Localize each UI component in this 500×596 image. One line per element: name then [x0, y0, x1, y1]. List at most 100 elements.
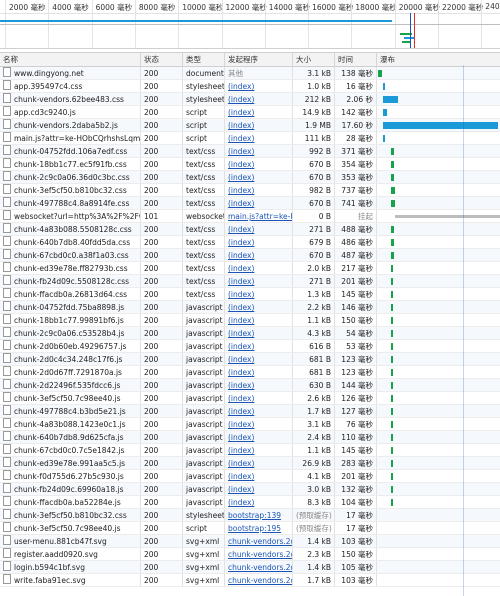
request-name-cell[interactable]: user-menu.881cb47f.svg — [0, 535, 141, 547]
timeline-overview[interactable]: 2000 毫秒 4000 毫秒 6000 毫秒 8000 毫秒 10000 毫秒 1200… — [0, 0, 500, 49]
initiator-link[interactable]: bootstrap:195 — [228, 524, 281, 533]
table-row[interactable]: chunk-ffacdb0a.26813d64.css 200 text/css (i… — [0, 288, 500, 301]
request-name-cell[interactable]: chunk-67cbd0c0.a38f1a03.css — [0, 249, 141, 261]
initiator-link[interactable]: (index) — [228, 303, 254, 312]
request-name-cell[interactable]: chunk-f0d755d6.27b5c930.js — [0, 470, 141, 482]
initiator-link[interactable]: (index) — [228, 433, 254, 442]
table-row[interactable]: chunk-ed39e78e.ff82793b.css 200 text/css (i… — [0, 262, 500, 275]
request-name-cell[interactable]: chunk-3ef5cf50.b810bc32.css — [0, 509, 141, 521]
col-time-header[interactable]: 时间 — [335, 53, 377, 66]
col-status-header[interactable]: 状态 — [141, 53, 183, 66]
initiator-link[interactable]: bootstrap:139 — [228, 511, 281, 520]
request-name-cell[interactable]: chunk-vendors.62bee483.css — [0, 93, 141, 105]
table-row[interactable]: chunk-3ef5cf50.7c98ee40.js 200 javascript(… — [0, 392, 500, 405]
request-name-cell[interactable]: chunk-640b7db8.40fdd5da.css — [0, 236, 141, 248]
initiator-link[interactable]: (index) — [228, 498, 254, 507]
table-row[interactable]: chunk-f0d755d6.27b5c930.js 200 javascript(… — [0, 470, 500, 483]
table-row[interactable]: chunk-67cbd0c0.7c5e1842.js 200 javascript(… — [0, 444, 500, 457]
table-row[interactable]: chunk-2d0c4c34.248c17f6.js 200 javascript(… — [0, 353, 500, 366]
table-row[interactable]: chunk-640b7db8.40fdd5da.css 200 text/css (i… — [0, 236, 500, 249]
initiator-link[interactable]: (index) — [228, 472, 254, 481]
table-row[interactable]: user-menu.881cb47f.svg 200 svg+xml chunk-ve… — [0, 535, 500, 548]
initiator-link[interactable]: (index) — [228, 186, 254, 195]
request-name-cell[interactable]: chunk-3ef5cf50.7c98ee40.js — [0, 392, 141, 404]
initiator-link[interactable]: (index) — [228, 251, 254, 260]
request-name-cell[interactable]: chunk-4a83b088.5508128c.css — [0, 223, 141, 235]
initiator-link[interactable]: (index) — [228, 264, 254, 273]
initiator-link[interactable]: chunk-vendors.2d... — [228, 537, 292, 546]
request-name-cell[interactable]: chunk-2d22496f.535fdcc6.js — [0, 379, 141, 391]
initiator-link[interactable]: chunk-vendors.2d... — [228, 550, 292, 559]
table-row[interactable]: chunk-ed39e78e.991aa5c5.js 200 javascript(… — [0, 457, 500, 470]
request-name-cell[interactable]: chunk-2c9c0a06.36d0c3bc.css — [0, 171, 141, 183]
table-row[interactable]: app.395497c4.css 200 stylesheet (index) 1.0 … — [0, 80, 500, 93]
request-name-cell[interactable]: chunk-640b7db8.9d625cfa.js — [0, 431, 141, 443]
table-row[interactable]: login.b594c1bf.svg 200 svg+xml chunk-vendor… — [0, 561, 500, 574]
initiator-link[interactable]: (index) — [228, 420, 254, 429]
col-size-header[interactable]: 大小 — [293, 53, 335, 66]
table-row[interactable]: chunk-4a83b088.1423e0c1.js 200 javascript(… — [0, 418, 500, 431]
initiator-link[interactable]: (index) — [228, 173, 254, 182]
initiator-link[interactable]: (index) — [228, 407, 254, 416]
col-type-header[interactable]: 类型 — [183, 53, 225, 66]
initiator-link[interactable]: (index) — [228, 238, 254, 247]
table-row[interactable]: chunk-497788c4.8a8914fe.css 200 text/css (i… — [0, 197, 500, 210]
table-row[interactable]: chunk-4a83b088.5508128c.css 200 text/css (i… — [0, 223, 500, 236]
table-row[interactable]: main.js?attr=ke-HObCQrhshsLqmU... 200 scri… — [0, 132, 500, 145]
request-name-cell[interactable]: app.cd3c9240.js — [0, 106, 141, 118]
request-name-cell[interactable]: chunk-2d0d67ff.7291870a.js — [0, 366, 141, 378]
table-row[interactable]: chunk-2d0d67ff.7291870a.js 200 javascript(… — [0, 366, 500, 379]
initiator-link[interactable]: (index) — [228, 342, 254, 351]
table-row[interactable]: chunk-2c9c0a06.36d0c3bc.css 200 text/css (i… — [0, 171, 500, 184]
initiator-link[interactable]: (index) — [228, 368, 254, 377]
table-row[interactable]: chunk-2c9c0a06.c53528b4.js 200 javascript(… — [0, 327, 500, 340]
initiator-link[interactable]: (index) — [228, 147, 254, 156]
request-name-cell[interactable]: chunk-04752fdd.75ba8898.js — [0, 301, 141, 313]
request-name-cell[interactable]: chunk-2c9c0a06.c53528b4.js — [0, 327, 141, 339]
request-name-cell[interactable]: chunk-18bb1c77.99891bf6.js — [0, 314, 141, 326]
initiator-link[interactable]: (index) — [228, 108, 254, 117]
table-row[interactable]: chunk-640b7db8.9d625cfa.js 200 javascript(… — [0, 431, 500, 444]
initiator-link[interactable]: (index) — [228, 160, 254, 169]
request-name-cell[interactable]: chunk-ed39e78e.991aa5c5.js — [0, 457, 141, 469]
request-name-cell[interactable]: register.aadd0920.svg — [0, 548, 141, 560]
initiator-link[interactable]: (index) — [228, 446, 254, 455]
request-name-cell[interactable]: chunk-04752fdd.106a7edf.css — [0, 145, 141, 157]
initiator-link[interactable]: (index) — [228, 199, 254, 208]
initiator-link[interactable]: chunk-vendors.2d... — [228, 563, 292, 572]
table-row[interactable]: www.dingyong.net 200 document 其他 3.1 kB 138 毫… — [0, 67, 500, 80]
initiator-link[interactable]: (index) — [228, 277, 254, 286]
request-name-cell[interactable]: chunk-18bb1c77.ec5f91fb.css — [0, 158, 141, 170]
col-waterfall-header[interactable]: 瀑布 — [377, 53, 500, 66]
request-name-cell[interactable]: chunk-497788c4.8a8914fe.css — [0, 197, 141, 209]
initiator-link[interactable]: (index) — [228, 95, 254, 104]
table-row[interactable]: chunk-3ef5cf50.b810bc32.css 200 text/css (i… — [0, 184, 500, 197]
table-row[interactable]: chunk-3ef5cf50.7c98ee40.js 200 script boots… — [0, 522, 500, 535]
request-name-cell[interactable]: chunk-2d0b60eb.49296757.js — [0, 340, 141, 352]
request-name-cell[interactable]: main.js?attr=ke-HObCQrhshsLqmU... — [0, 132, 141, 144]
table-row[interactable]: write.faba91ec.svg 200 svg+xml chunk-vendor… — [0, 574, 500, 587]
table-row[interactable]: chunk-18bb1c77.ec5f91fb.css 200 text/css (i… — [0, 158, 500, 171]
request-name-cell[interactable]: chunk-ffacdb0a.ba52284e.js — [0, 496, 141, 508]
col-initiator-header[interactable]: 发起程序 — [225, 53, 293, 66]
col-name-header[interactable]: 名称 — [0, 53, 141, 66]
request-name-cell[interactable]: www.dingyong.net — [0, 67, 141, 79]
table-row[interactable]: register.aadd0920.svg 200 svg+xml chunk-ven… — [0, 548, 500, 561]
initiator-link[interactable]: (index) — [228, 329, 254, 338]
initiator-link[interactable]: chunk-vendors.2d... — [228, 576, 292, 585]
table-row[interactable]: chunk-3ef5cf50.b810bc32.css 200 stylesheet… — [0, 509, 500, 522]
table-row[interactable]: chunk-2d22496f.535fdcc6.js 200 javascript(… — [0, 379, 500, 392]
table-row[interactable]: chunk-18bb1c77.99891bf6.js 200 javascript(… — [0, 314, 500, 327]
table-row[interactable]: chunk-04752fdd.106a7edf.css 200 text/css (i… — [0, 145, 500, 158]
initiator-link[interactable]: (index) — [228, 381, 254, 390]
table-row[interactable]: chunk-04752fdd.75ba8898.js 200 javascript(… — [0, 301, 500, 314]
initiator-link[interactable]: (index) — [228, 394, 254, 403]
request-name-cell[interactable]: chunk-497788c4.b3bd5e21.js — [0, 405, 141, 417]
initiator-link[interactable]: main.js?attr=ke-H... — [228, 212, 292, 221]
request-name-cell[interactable]: chunk-ffacdb0a.26813d64.css — [0, 288, 141, 300]
request-name-cell[interactable]: chunk-3ef5cf50.7c98ee40.js — [0, 522, 141, 534]
request-name-cell[interactable]: write.faba91ec.svg — [0, 574, 141, 586]
initiator-link[interactable]: (index) — [228, 355, 254, 364]
request-name-cell[interactable]: chunk-2d0c4c34.248c17f6.js — [0, 353, 141, 365]
table-row[interactable]: chunk-vendors.2daba5b2.js 200 script (index… — [0, 119, 500, 132]
